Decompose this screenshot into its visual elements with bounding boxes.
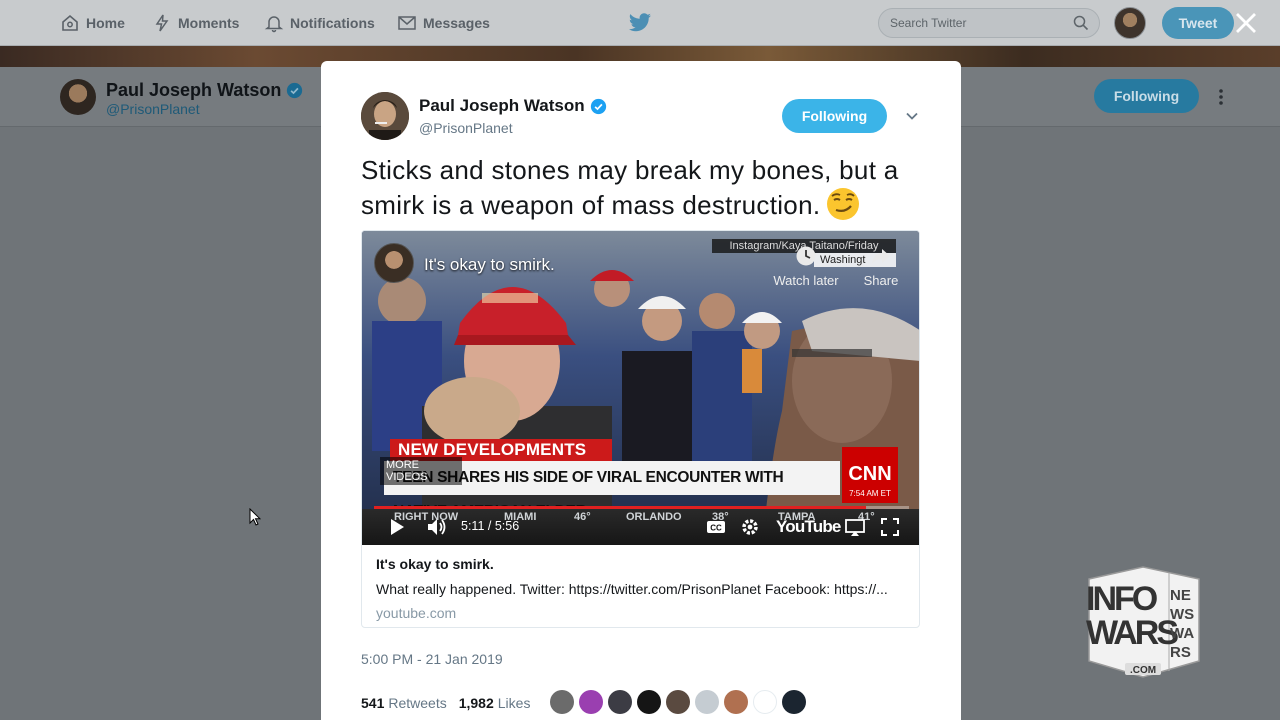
- watermark-line1: INFO: [1086, 580, 1158, 618]
- watch-later-label: Watch later: [773, 273, 839, 288]
- envelope-icon: [398, 16, 416, 30]
- profile-name: Paul Joseph Watson: [106, 80, 282, 100]
- nav-notifications-label: Notifications: [290, 15, 375, 31]
- youtube-link-card[interactable]: Instagram/Kaya Taitano/Friday Washingt I…: [361, 230, 920, 628]
- svg-text:CC: CC: [710, 524, 722, 533]
- search-input[interactable]: Search Twitter: [878, 8, 1100, 38]
- more-options-icon[interactable]: [1212, 87, 1230, 107]
- news-lower-third: NEW DEVELOPMENTS TEEN SHARES HIS SIDE OF…: [384, 439, 919, 520]
- liker-avatar[interactable]: [782, 690, 806, 714]
- share-button[interactable]: Share: [858, 245, 904, 288]
- share-label: Share: [863, 273, 899, 288]
- liker-avatar[interactable]: [550, 690, 574, 714]
- likes-stat[interactable]: 1,982 Likes: [459, 695, 531, 711]
- liker-avatar[interactable]: [579, 690, 603, 714]
- ticker-item: 46°: [574, 511, 591, 523]
- watermark-line2: WARS: [1086, 614, 1179, 652]
- clock-icon: [796, 246, 816, 266]
- liker-avatar[interactable]: [695, 690, 719, 714]
- tweet-timestamp[interactable]: 5:00 PM - 21 Jan 2019: [361, 651, 503, 667]
- author-name-row: Paul Joseph Watson: [419, 96, 607, 116]
- liker-avatar[interactable]: [608, 690, 632, 714]
- author-avatar[interactable]: [361, 92, 409, 140]
- video-title[interactable]: It's okay to smirk.: [424, 255, 555, 275]
- home-icon: [62, 14, 78, 31]
- share-arrow-icon: [872, 249, 890, 264]
- liker-avatar[interactable]: [724, 690, 748, 714]
- tweet-text-block: Sticks and stones may break my bones, bu…: [361, 153, 931, 222]
- retweets-label: Retweets: [388, 695, 447, 711]
- video-progress-bar[interactable]: [374, 506, 909, 509]
- play-icon[interactable]: [388, 517, 406, 537]
- infowars-watermark-text: INFO WARS: [1086, 580, 1179, 652]
- fullscreen-icon[interactable]: [880, 517, 900, 537]
- card-description: What really happened. Twitter: https://t…: [376, 581, 888, 597]
- ticker-item: ORLANDO: [626, 511, 682, 523]
- compose-tweet-button[interactable]: Tweet: [1162, 7, 1234, 39]
- twitter-bird-icon[interactable]: [628, 12, 652, 34]
- nav-notifications[interactable]: Notifications: [264, 0, 375, 46]
- author-avatar-image: [361, 92, 409, 140]
- profile-avatar[interactable]: [60, 79, 96, 115]
- likes-count: 1,982: [458, 695, 494, 711]
- nav-moments[interactable]: Moments: [152, 0, 239, 46]
- search-placeholder: Search Twitter: [890, 16, 967, 30]
- watermark-side-text: NEWS WARS: [1170, 587, 1195, 661]
- card-text-area[interactable]: It's okay to smirk. What really happened…: [362, 545, 919, 627]
- lightning-icon: [155, 14, 169, 32]
- liker-avatar[interactable]: [637, 690, 661, 714]
- smirking-face-emoji-icon: [827, 188, 860, 220]
- more-videos-button[interactable]: MORE VIDEOS: [380, 457, 462, 485]
- profile-handle[interactable]: @PrisonPlanet: [106, 101, 200, 117]
- mouse-cursor-icon: [249, 508, 261, 526]
- nav-home[interactable]: Home: [60, 0, 125, 46]
- channel-avatar[interactable]: [374, 243, 414, 283]
- nav-messages-label: Messages: [423, 15, 490, 31]
- bell-icon: [264, 16, 284, 33]
- watch-later-button[interactable]: Watch later: [770, 245, 842, 288]
- card-title: It's okay to smirk.: [376, 556, 494, 572]
- embedded-video-player[interactable]: Instagram/Kaya Taitano/Friday Washingt I…: [362, 231, 919, 545]
- watermark-suffix: .COM: [1130, 665, 1157, 676]
- tweet-modal: Paul Joseph Watson @PrisonPlanet Followi…: [321, 61, 961, 720]
- retweets-count: 541: [361, 695, 385, 711]
- close-icon[interactable]: [1233, 10, 1259, 36]
- retweets-stat[interactable]: 541 Retweets: [361, 695, 447, 711]
- tweet-text: Sticks and stones may break my bones, bu…: [361, 155, 899, 220]
- video-time: 5:11 / 5:56: [461, 519, 520, 533]
- nav-moments-label: Moments: [178, 15, 240, 31]
- likes-label: Likes: [497, 695, 531, 711]
- network-time: 7:54 AM ET: [849, 489, 891, 498]
- verified-badge-icon: [590, 98, 606, 114]
- profile-following-button[interactable]: Following: [1094, 79, 1199, 113]
- youtube-logo[interactable]: YouTube: [776, 517, 841, 537]
- card-domain: youtube.com: [376, 605, 457, 621]
- settings-gear-icon[interactable]: [740, 517, 760, 537]
- profile-name-row: Paul Joseph Watson: [106, 80, 303, 101]
- nav-home-label: Home: [86, 15, 125, 31]
- tweet-stats: 541 Retweets 1,982 Likes: [361, 688, 542, 718]
- chevron-down-icon[interactable]: [905, 109, 919, 123]
- nav-messages[interactable]: Messages: [397, 0, 490, 46]
- captions-icon[interactable]: CC: [706, 517, 726, 537]
- author-name[interactable]: Paul Joseph Watson: [419, 96, 585, 116]
- likers-avatars: [550, 690, 806, 714]
- search-icon[interactable]: [1073, 15, 1089, 31]
- account-avatar[interactable]: [1114, 7, 1146, 39]
- liker-avatar[interactable]: [666, 690, 690, 714]
- cast-icon[interactable]: [844, 517, 866, 537]
- volume-icon[interactable]: [426, 517, 448, 537]
- video-progress-fill: [374, 506, 867, 509]
- following-button[interactable]: Following: [782, 99, 887, 133]
- liker-avatar[interactable]: [753, 690, 777, 714]
- verified-badge-icon: [287, 82, 303, 99]
- author-handle[interactable]: @PrisonPlanet: [419, 120, 513, 136]
- top-navigation-bar: Home Moments Notifications Messages Sear…: [0, 0, 1280, 46]
